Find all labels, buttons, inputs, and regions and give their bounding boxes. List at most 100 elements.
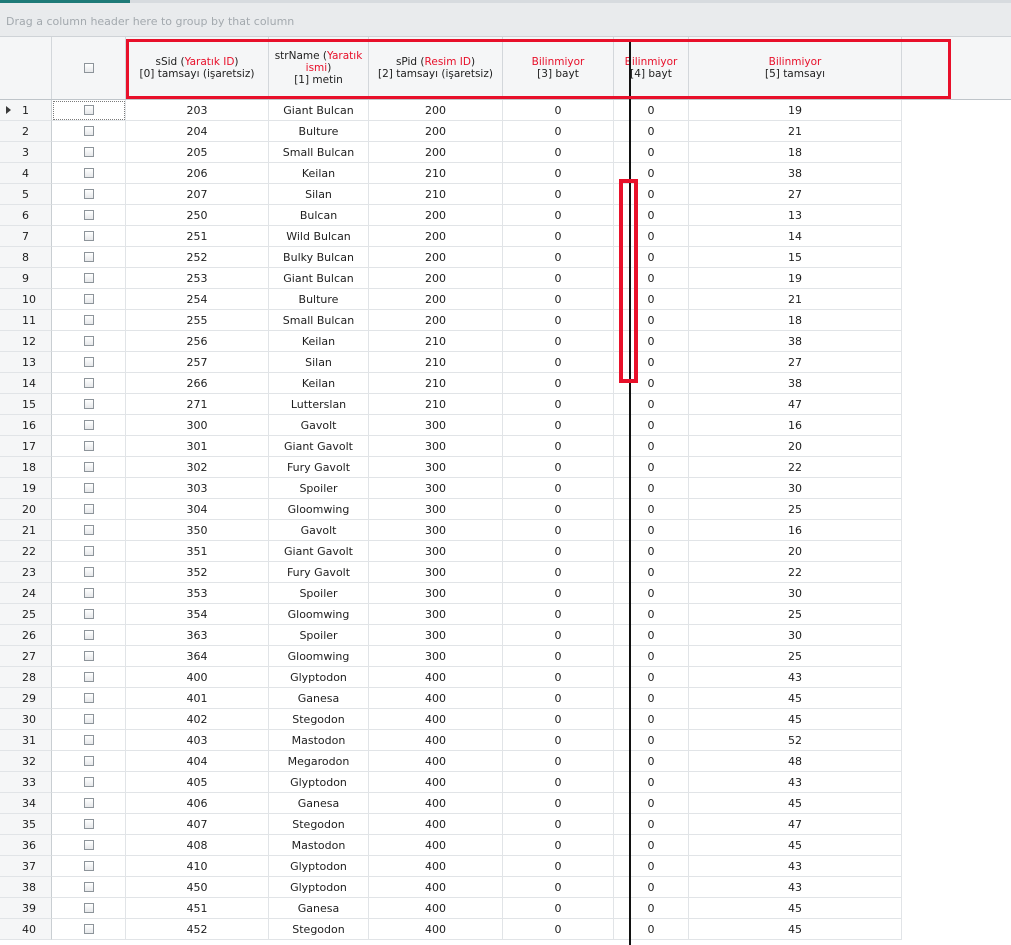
cell-strname[interactable]: Mastodon [269, 730, 369, 751]
cell-spid[interactable]: 210 [369, 163, 503, 184]
cell-spid[interactable]: 300 [369, 541, 503, 562]
cell-ssid[interactable]: 402 [126, 709, 269, 730]
row-select[interactable] [52, 499, 126, 520]
cell-unknown-5[interactable]: 15 [689, 247, 902, 268]
cell-unknown-3[interactable]: 0 [503, 247, 614, 268]
cell-strname[interactable]: Mastodon [269, 835, 369, 856]
cell-strname[interactable]: Gloomwing [269, 646, 369, 667]
cell-unknown-5[interactable]: 45 [689, 688, 902, 709]
table-row[interactable]: 29 401 Ganesa 400 0 0 45 [0, 688, 902, 709]
row-number[interactable]: 31 [0, 730, 52, 751]
row-number[interactable]: 6 [0, 205, 52, 226]
table-row[interactable]: 5 207 Silan 210 0 0 27 [0, 184, 902, 205]
cell-strname[interactable]: Giant Bulcan [269, 100, 369, 121]
table-row[interactable]: 10 254 Bulture 200 0 0 21 [0, 289, 902, 310]
checkbox-unchecked-icon[interactable] [83, 462, 94, 472]
cell-strname[interactable]: Glyptodon [269, 667, 369, 688]
row-number[interactable]: 28 [0, 667, 52, 688]
row-select[interactable] [52, 373, 126, 394]
table-row[interactable]: 7 251 Wild Bulcan 200 0 0 14 [0, 226, 902, 247]
cell-unknown-5[interactable]: 45 [689, 793, 902, 814]
cell-unknown-3[interactable]: 0 [503, 604, 614, 625]
row-number[interactable]: 40 [0, 919, 52, 940]
cell-unknown-5[interactable]: 38 [689, 163, 902, 184]
cell-unknown-4[interactable]: 0 [614, 646, 689, 667]
cell-ssid[interactable]: 410 [126, 856, 269, 877]
cell-strname[interactable]: Silan [269, 184, 369, 205]
cell-unknown-5[interactable]: 20 [689, 436, 902, 457]
cell-spid[interactable]: 400 [369, 667, 503, 688]
cell-unknown-3[interactable]: 0 [503, 751, 614, 772]
row-select[interactable] [52, 205, 126, 226]
row-select[interactable] [52, 436, 126, 457]
cell-spid[interactable]: 300 [369, 520, 503, 541]
cell-unknown-3[interactable]: 0 [503, 520, 614, 541]
row-select[interactable] [52, 835, 126, 856]
cell-strname[interactable]: Small Bulcan [269, 310, 369, 331]
cell-unknown-5[interactable]: 25 [689, 646, 902, 667]
cell-spid[interactable]: 200 [369, 100, 503, 121]
row-number[interactable]: 30 [0, 709, 52, 730]
row-number[interactable]: 35 [0, 814, 52, 835]
row-select[interactable] [52, 625, 126, 646]
cell-spid[interactable]: 400 [369, 835, 503, 856]
cell-strname[interactable]: Giant Gavolt [269, 436, 369, 457]
cell-ssid[interactable]: 400 [126, 667, 269, 688]
cell-spid[interactable]: 300 [369, 625, 503, 646]
cell-unknown-5[interactable]: 43 [689, 667, 902, 688]
cell-strname[interactable]: Bulcan [269, 205, 369, 226]
cell-unknown-5[interactable]: 22 [689, 457, 902, 478]
row-number[interactable]: 15 [0, 394, 52, 415]
cell-unknown-3[interactable]: 0 [503, 121, 614, 142]
cell-unknown-5[interactable]: 25 [689, 499, 902, 520]
cell-unknown-4[interactable]: 0 [614, 625, 689, 646]
row-select[interactable] [52, 562, 126, 583]
row-select[interactable] [52, 100, 126, 121]
row-number[interactable]: 14 [0, 373, 52, 394]
table-row[interactable]: 9 253 Giant Bulcan 200 0 0 19 [0, 268, 902, 289]
table-row[interactable]: 35 407 Stegodon 400 0 0 47 [0, 814, 902, 835]
cell-unknown-4[interactable]: 0 [614, 121, 689, 142]
cell-unknown-5[interactable]: 30 [689, 625, 902, 646]
checkbox-unchecked-icon[interactable] [83, 504, 94, 514]
table-row[interactable]: 39 451 Ganesa 400 0 0 45 [0, 898, 902, 919]
cell-strname[interactable]: Ganesa [269, 688, 369, 709]
row-select[interactable] [52, 268, 126, 289]
cell-unknown-5[interactable]: 21 [689, 121, 902, 142]
table-row[interactable]: 17 301 Giant Gavolt 300 0 0 20 [0, 436, 902, 457]
row-select[interactable] [52, 772, 126, 793]
table-row[interactable]: 14 266 Keilan 210 0 0 38 [0, 373, 902, 394]
row-select[interactable] [52, 226, 126, 247]
cell-strname[interactable]: Giant Gavolt [269, 541, 369, 562]
cell-unknown-5[interactable]: 45 [689, 835, 902, 856]
cell-spid[interactable]: 400 [369, 793, 503, 814]
cell-unknown-5[interactable]: 18 [689, 142, 902, 163]
cell-spid[interactable]: 300 [369, 646, 503, 667]
cell-unknown-3[interactable]: 0 [503, 352, 614, 373]
select-all-checkbox-icon[interactable] [83, 63, 94, 73]
table-row[interactable]: 40 452 Stegodon 400 0 0 45 [0, 919, 902, 940]
cell-spid[interactable]: 400 [369, 688, 503, 709]
row-select[interactable] [52, 520, 126, 541]
checkbox-unchecked-icon[interactable] [83, 819, 94, 829]
row-number[interactable]: 24 [0, 583, 52, 604]
table-row[interactable]: 18 302 Fury Gavolt 300 0 0 22 [0, 457, 902, 478]
cell-unknown-3[interactable]: 0 [503, 310, 614, 331]
cell-strname[interactable]: Wild Bulcan [269, 226, 369, 247]
checkbox-unchecked-icon[interactable] [83, 252, 94, 262]
cell-unknown-5[interactable]: 19 [689, 100, 902, 121]
checkbox-unchecked-icon[interactable] [83, 798, 94, 808]
cell-strname[interactable]: Gavolt [269, 520, 369, 541]
cell-unknown-5[interactable]: 38 [689, 373, 902, 394]
cell-spid[interactable]: 400 [369, 877, 503, 898]
cell-unknown-5[interactable]: 14 [689, 226, 902, 247]
checkbox-unchecked-icon[interactable] [83, 567, 94, 577]
row-number[interactable]: 8 [0, 247, 52, 268]
table-row[interactable]: 33 405 Glyptodon 400 0 0 43 [0, 772, 902, 793]
checkbox-unchecked-icon[interactable] [83, 735, 94, 745]
cell-unknown-5[interactable]: 19 [689, 268, 902, 289]
cell-ssid[interactable]: 255 [126, 310, 269, 331]
checkbox-unchecked-icon[interactable] [83, 588, 94, 598]
cell-unknown-3[interactable]: 0 [503, 709, 614, 730]
cell-ssid[interactable]: 300 [126, 415, 269, 436]
